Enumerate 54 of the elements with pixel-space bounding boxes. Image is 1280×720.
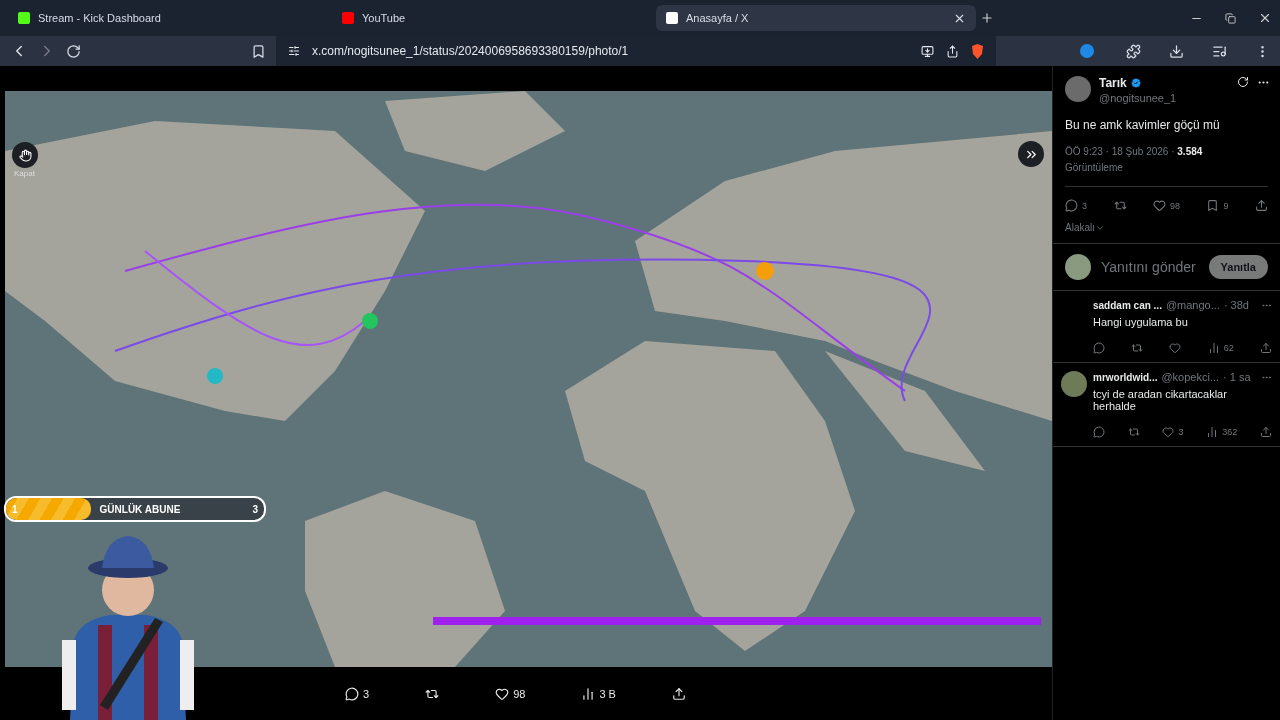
bookmark-icon[interactable] <box>251 43 266 59</box>
bar-chart-icon[interactable] <box>1206 426 1219 438</box>
avatar <box>1065 76 1091 102</box>
browser-tab[interactable]: YouTube <box>332 5 652 31</box>
count-text: 98 <box>513 687 526 700</box>
close-icon[interactable] <box>1258 11 1272 25</box>
share-icon[interactable] <box>946 44 959 58</box>
browser-tab[interactable]: Anasayfa / X <box>656 5 976 31</box>
bookmark-icon[interactable] <box>1206 199 1220 212</box>
count-text: 3 <box>1178 427 1184 437</box>
author-name: saddam can ... <box>1093 299 1162 311</box>
reply-field[interactable]: Yanıtını gönder <box>1099 258 1201 276</box>
site-settings-icon[interactable] <box>288 45 300 57</box>
count-text: 62 <box>1223 343 1234 353</box>
count-text: 9 <box>1223 200 1229 211</box>
reply-button[interactable]: Yanıtla <box>1208 255 1268 279</box>
author-name: mrworldwid... <box>1093 371 1158 383</box>
favicon-icon <box>666 12 678 24</box>
reply-time: · 38d <box>1223 299 1249 311</box>
extension-icon[interactable] <box>1080 44 1094 58</box>
address-bar[interactable]: x.com/nogitsunee_1/status/2024006958693380159/photo/1 <box>276 36 996 66</box>
bar-chart-icon[interactable] <box>581 686 596 701</box>
avatar <box>1065 254 1091 280</box>
browser-tab[interactable]: Stream - Kick Dashboard <box>8 5 328 31</box>
author-handle: @mango... <box>1165 299 1220 311</box>
new-tab-icon[interactable] <box>980 11 994 25</box>
author-handle: @kopekci... <box>1161 371 1220 383</box>
reply-time: · 1 sa <box>1223 371 1251 383</box>
post-text: Bu ne amk kavimler göçü mü <box>1064 117 1221 132</box>
count-text: 98 <box>1170 200 1180 211</box>
heart-icon[interactable] <box>495 686 510 701</box>
bar-chart-icon[interactable] <box>1207 342 1220 354</box>
share-icon[interactable] <box>671 686 686 701</box>
reload-icon[interactable] <box>66 43 81 59</box>
sort-link[interactable]: Alakalı <box>1065 222 1095 233</box>
favicon-icon <box>18 12 30 24</box>
views-label: Görüntüleme <box>1065 162 1123 173</box>
favicon-icon <box>342 12 354 24</box>
post-meta: ÖÖ 9:23 · 18 Şub 2026 · 3.584 <box>1065 146 1203 157</box>
url-text: x.com/nogitsunee_1/status/2024006958693380159/photo/1 <box>312 44 630 58</box>
shield-icon[interactable] <box>971 43 984 59</box>
download-icon[interactable] <box>1169 43 1184 59</box>
playlist-icon[interactable] <box>1212 43 1227 59</box>
reply-text: tcyi de aradan cikartacaklar herhalde <box>1093 388 1228 412</box>
reply-text: Hangi uygulama bu <box>1093 316 1189 328</box>
count-text: 3 <box>1082 200 1087 211</box>
restore-icon[interactable] <box>1225 12 1236 24</box>
install-icon[interactable] <box>921 44 934 58</box>
count-text: 362 <box>1222 427 1238 437</box>
author-name: Tarık <box>1099 76 1229 90</box>
author-handle: @nogitsunee_1 <box>1099 92 1178 104</box>
extensions-icon[interactable] <box>1126 43 1141 59</box>
count-text: 3 B <box>599 687 616 700</box>
count-text: 3 <box>363 687 370 700</box>
